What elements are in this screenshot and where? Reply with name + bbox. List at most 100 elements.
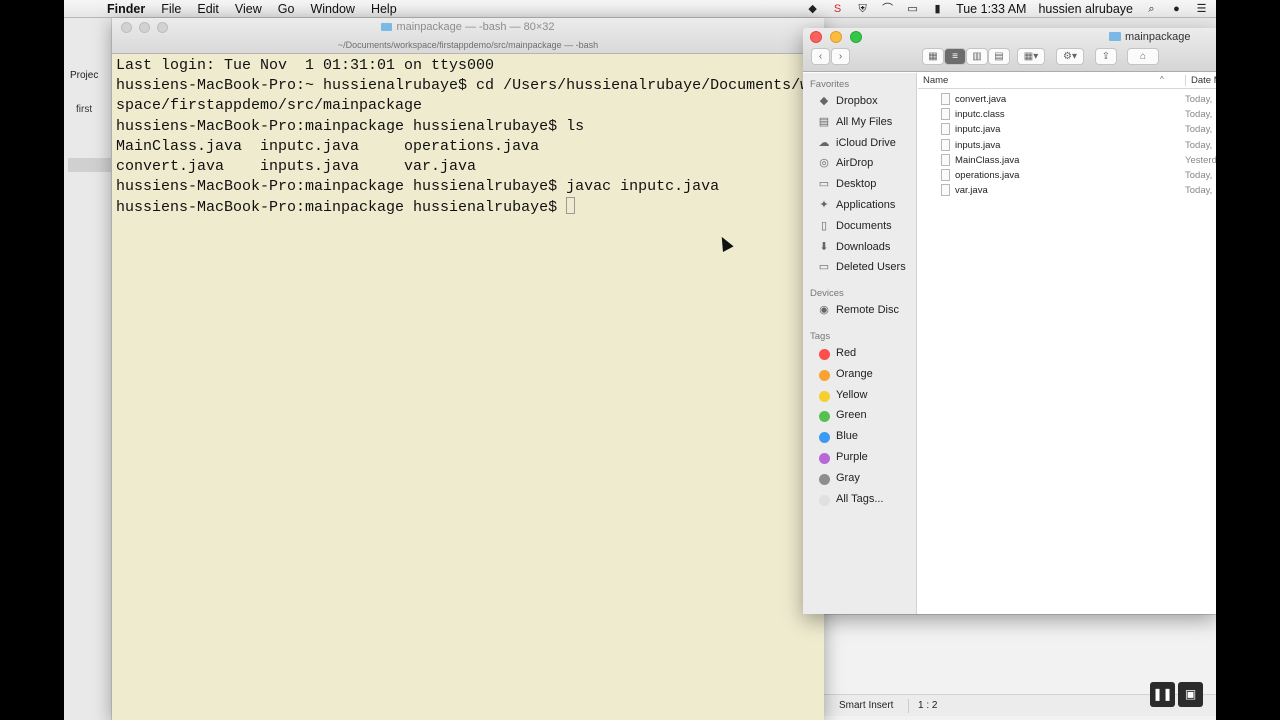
terminal-path: ~/Documents/workspace/firstappdemo/src/m… [337,40,599,50]
file-row[interactable]: convert.java Today, [918,92,1216,107]
screen-button[interactable]: ▣ [1178,682,1203,707]
file-name: inputc.class [955,109,1005,121]
forward-button[interactable]: › [831,48,850,65]
sidebar-item-airdrop[interactable]: ◎ AirDrop [803,154,917,174]
menu-go[interactable]: Go [278,2,295,16]
dropbox-status-icon[interactable]: ◆ [806,3,819,15]
minimize-button[interactable] [830,31,842,43]
sidebar-item-dropbox[interactable]: ◆ Dropbox [803,92,917,112]
sidebar-item-documents[interactable]: ▯ Documents [803,217,917,237]
file-row[interactable]: operations.java Today, [918,168,1216,183]
tag-color-icon [819,453,830,464]
zoom-button[interactable] [850,31,862,43]
file-name: operations.java [955,170,1020,181]
user-menu[interactable]: hussien alrubaye [1038,2,1133,16]
file-name: inputs.java [955,139,1001,151]
sidebar-item-label: AirDrop [836,157,874,170]
finder-title: mainpackage [1109,31,1190,43]
file-date: Yesterd [1185,154,1216,166]
menu-help[interactable]: Help [371,2,397,16]
airdrop-icon: ◎ [819,157,829,170]
finder-window[interactable]: mainpackage ‹ › ▦ ≡ ▥ ▤ ▦▾ ⚙▾ ⇪ ⌂ Favori… [803,28,1216,614]
sidebar-item-remote-disc[interactable]: ◉ Remote Disc [803,301,917,321]
all-files-icon: ▤ [818,115,830,128]
airplay-icon[interactable]: ▭ [906,3,919,15]
file-row[interactable]: inputs.java Today, [918,138,1216,153]
s-app-icon[interactable]: S [831,3,844,15]
finder-window-controls [810,31,862,43]
eclipse-project-explorer: Projec first [64,18,112,720]
file-row[interactable]: MainClass.java Yesterd [918,153,1216,168]
share-button[interactable]: ⇪ [1095,48,1117,65]
battery-icon[interactable]: ▮ [931,3,944,15]
file-icon [941,93,950,105]
terminal-title-text: mainpackage — -bash — 80×32 [396,21,555,33]
wifi-icon[interactable]: ⌒ [881,3,894,15]
file-icon [941,123,950,136]
sidebar-item-gray[interactable]: Gray [803,469,917,489]
close-button[interactable] [810,31,822,43]
spotlight-search-icon[interactable]: ⌕ [1145,3,1158,15]
sidebar-item-all-tags[interactable]: All Tags... [803,490,917,510]
sidebar-item-purple[interactable]: Purple [803,448,917,468]
tags-button[interactable]: ⌂ [1127,48,1159,65]
terminal-line: space/firstappdemo/src/mainpackage [116,97,423,115]
menu-file[interactable]: File [161,2,181,16]
terminal-line: hussiens-MacBook-Pro:~ hussienalrubaye$ … [116,77,819,95]
menu-edit[interactable]: Edit [197,2,219,16]
notification-center-icon[interactable]: ☰ [1195,3,1208,15]
file-row[interactable]: inputc.class Today, [918,107,1216,122]
file-row[interactable]: var.java Today, [918,183,1216,198]
list-view-button[interactable]: ≡ [944,48,966,65]
project-tree-item[interactable]: first [76,104,92,115]
column-view-button[interactable]: ▥ [966,48,988,65]
menu-extras: ◆ S ⛨ ⌒ ▭ ▮ Tue 1:33 AM hussien alrubaye… [806,2,1208,16]
back-button[interactable]: ‹ [811,48,830,65]
sidebar-item-desktop[interactable]: ▭ Desktop [803,175,917,195]
sidebar-item-all-my-files[interactable]: ▤ All My Files [803,113,917,133]
sidebar-item-label: All Tags... [836,492,884,505]
file-date: Today, [1185,185,1213,197]
sidebar-item-red[interactable]: Red [803,344,917,364]
sidebar-item-label: Documents [836,219,892,232]
menu-window[interactable]: Window [310,2,354,16]
folder-icon [1109,32,1121,41]
tag-color-icon [819,369,830,381]
name-column-header[interactable]: Name [923,75,948,86]
sidebar-item-orange[interactable]: Orange [803,365,917,385]
tag-color-icon [819,390,830,402]
sidebar-item-downloads[interactable]: ⬇ Downloads [803,238,917,258]
sidebar-item-blue[interactable]: Blue [803,427,917,447]
sidebar-item-label: iCloud Drive [836,136,896,149]
menu-view[interactable]: View [235,2,262,16]
arrange-button[interactable]: ▦▾ [1017,48,1045,65]
menu-bar: Finder File Edit View Go Window Help ◆ S ⛨ ⌒ ▭… [64,0,1216,18]
sidebar-item-applications[interactable]: ✦ Applications [803,196,917,216]
file-icon [941,184,950,197]
sidebar-item-green[interactable]: Green [803,406,917,426]
date-modified-column-header[interactable]: Date Mo [1185,75,1216,86]
terminal-output[interactable]: Last login: Tue Nov 1 01:31:01 on ttys00… [116,56,818,219]
action-gear-icon[interactable]: ⚙▾ [1056,48,1084,65]
file-row[interactable]: inputc.java Today, [918,122,1216,137]
cover-flow-button[interactable]: ▤ [988,48,1010,65]
sidebar-item-label: Purple [836,451,868,463]
terminal-titlebar[interactable]: mainpackage — -bash — 80×32 ~/Documents/… [112,18,824,54]
applications-icon: ✦ [819,199,829,211]
sidebar-item-deleted-users[interactable]: ▭ Deleted Users [803,258,917,278]
menu-app-finder[interactable]: Finder [107,2,145,16]
pause-button[interactable]: ❚❚ [1150,682,1175,707]
sort-ascending-icon: ^ [1160,75,1164,84]
sidebar-item-icloud-drive[interactable]: ☁ iCloud Drive [803,134,917,154]
icon-view-button[interactable]: ▦ [922,48,944,65]
clock[interactable]: Tue 1:33 AM [956,2,1026,16]
terminal-window[interactable]: mainpackage — -bash — 80×32 ~/Documents/… [112,18,824,720]
sidebar-item-yellow[interactable]: Yellow [803,386,917,406]
terminal-cursor [566,197,576,215]
tag-color-icon [819,349,830,360]
finder-title-text: mainpackage [1125,31,1191,43]
project-explorer-tab[interactable]: Projec [70,70,98,81]
sidebar-item-label: Gray [836,471,860,484]
shield-icon[interactable]: ⛨ [856,3,869,15]
siri-icon[interactable]: ● [1170,3,1183,15]
